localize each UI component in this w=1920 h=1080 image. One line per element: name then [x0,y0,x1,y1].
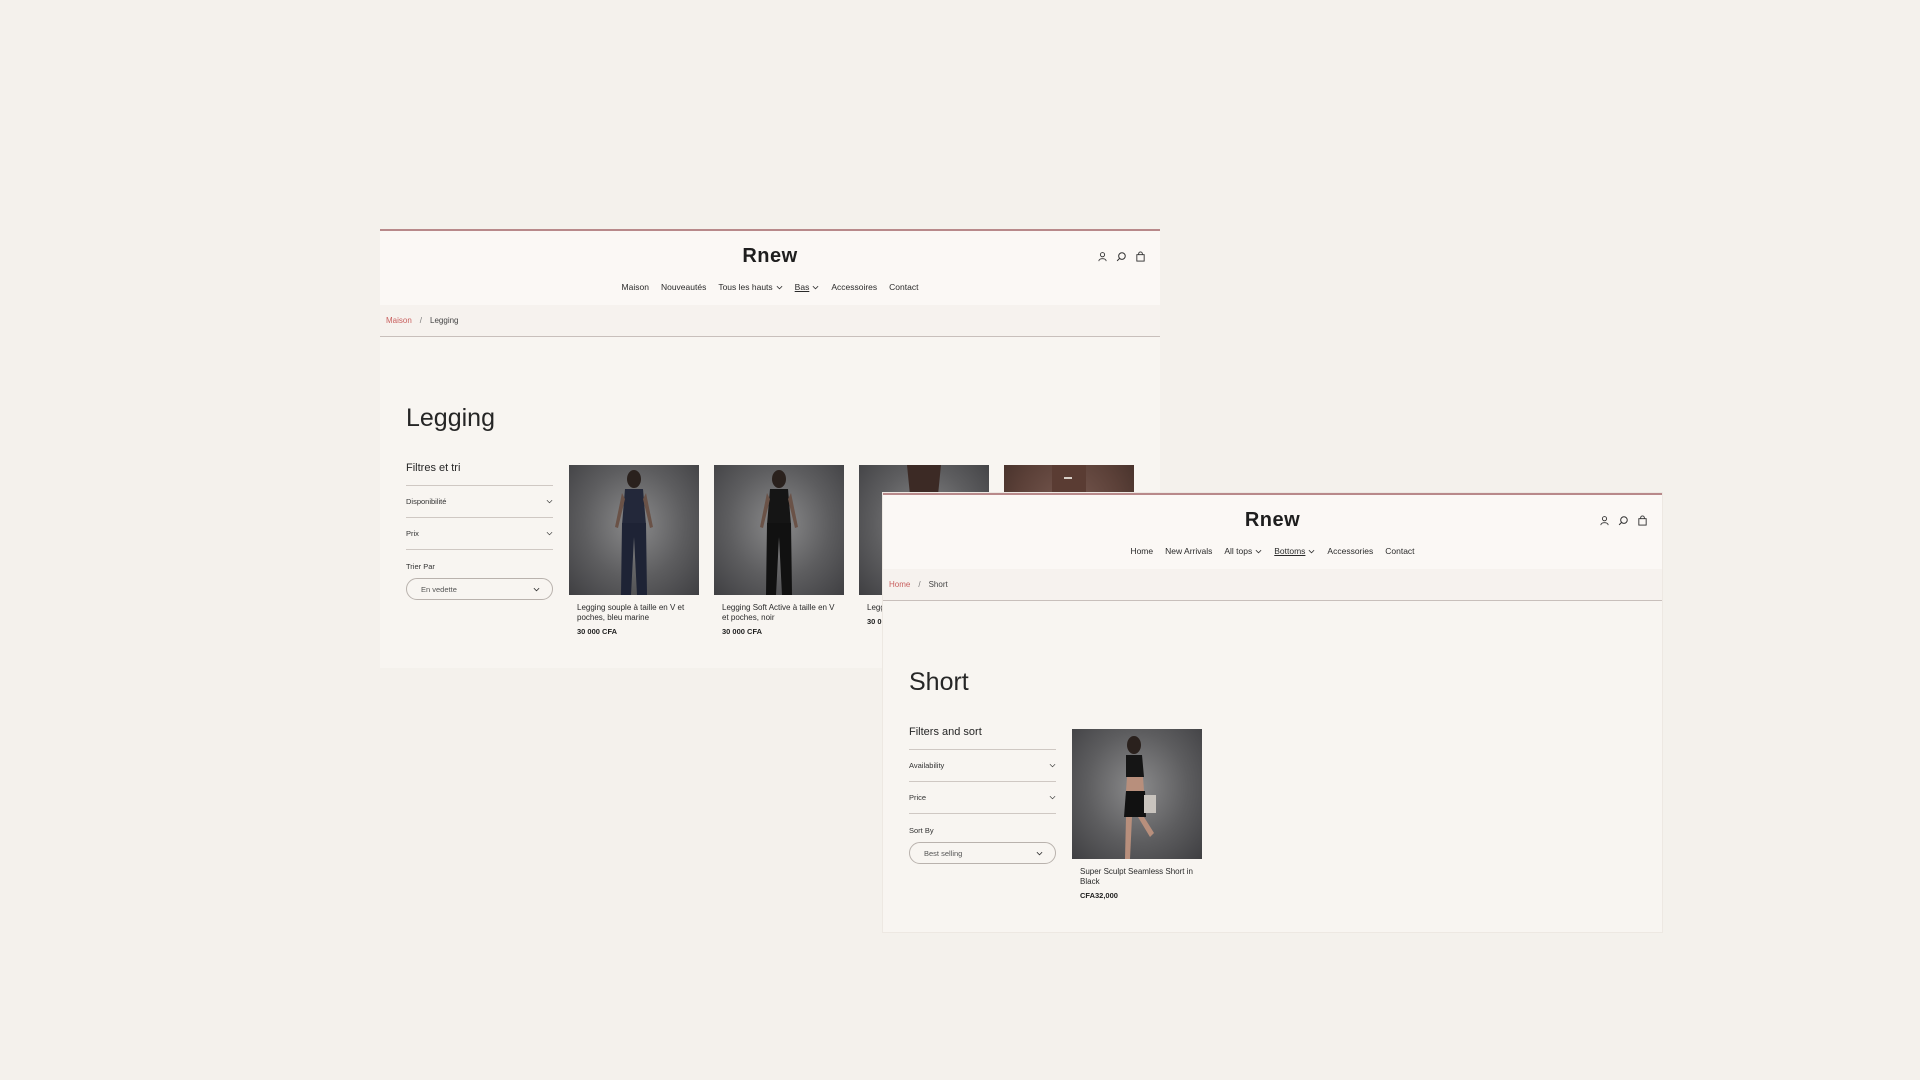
chevron-down-icon [776,284,783,291]
nav-item-maison[interactable]: Maison [622,282,649,292]
filters-heading: Filtres et tri [406,462,553,486]
availability-filter[interactable]: Availability [909,750,1056,782]
price-filter[interactable]: Prix [406,518,553,550]
header-utilities [1097,251,1146,262]
breadcrumb-separator: / [918,580,921,589]
search-icon[interactable] [1116,251,1127,262]
chevron-down-icon [1036,850,1043,857]
nav-item-bottoms[interactable]: Bottoms [1274,546,1315,556]
sort-label: Sort By [909,826,934,835]
breadcrumb-home-link[interactable]: Maison [386,316,412,325]
sort-label: Trier Par [406,562,435,571]
nav-item-home[interactable]: Home [1130,546,1153,556]
filter-panel: Filtres et tri Disponibilité Prix Trier … [406,462,553,600]
bag-icon[interactable] [1637,515,1648,526]
nav-item-accessoires[interactable]: Accessoires [831,282,877,292]
user-icon[interactable] [1599,515,1610,526]
product-image[interactable] [714,465,844,595]
main-nav: Home New Arrivals All tops Bottoms Acces… [883,546,1662,556]
page-title: Short [909,668,969,696]
filters-heading: Filters and sort [909,726,1056,750]
chevron-down-icon [546,498,553,505]
nav-item-tous-les-hauts[interactable]: Tous les hauts [718,282,783,292]
header: Rnew Home New Arrivals All tops Bottoms … [883,495,1662,569]
user-icon[interactable] [1097,251,1108,262]
breadcrumb-home-link[interactable]: Home [889,580,910,589]
nav-item-all-tops[interactable]: All tops [1224,546,1262,556]
header-utilities [1599,515,1648,526]
product-grid: Super Sculpt Seamless Short in Black CFA… [1072,729,1202,900]
product-card[interactable]: Legging Soft Active à taille en V et poc… [714,465,844,636]
nav-item-accessories[interactable]: Accessories [1327,546,1373,556]
chevron-down-icon [812,284,819,291]
product-card[interactable]: Super Sculpt Seamless Short in Black CFA… [1072,729,1202,900]
product-name[interactable]: Legging Soft Active à taille en V et poc… [714,595,844,623]
chevron-down-icon [1308,548,1315,555]
product-name[interactable]: Super Sculpt Seamless Short in Black [1072,859,1202,887]
sort-select[interactable]: En vedette [406,578,553,600]
product-image[interactable] [1072,729,1202,859]
breadcrumb-separator: / [419,316,423,325]
bag-icon[interactable] [1135,251,1146,262]
chevron-down-icon [546,530,553,537]
product-price: 30 000 CFA [722,627,763,636]
chevron-down-icon [1255,548,1262,555]
breadcrumb: Maison / Legging [380,305,1160,337]
filter-panel: Filters and sort Availability Price Sort… [909,726,1056,864]
main-nav: Maison Nouveautés Tous les hauts Bas Acc… [380,282,1160,292]
chevron-down-icon [1049,794,1056,801]
nav-item-nouveautes[interactable]: Nouveautés [661,282,706,292]
nav-item-bas[interactable]: Bas [795,282,820,292]
product-image[interactable] [569,465,699,595]
breadcrumb-current: Legging [430,316,459,325]
header: Rnew Maison Nouveautés Tous les hauts Ba… [380,231,1160,305]
nav-item-contact[interactable]: Contact [1385,546,1414,556]
brand-logo[interactable]: Rnew [380,245,1160,268]
brand-logo[interactable]: Rnew [883,509,1662,532]
breadcrumb: Home / Short [883,569,1662,601]
product-price: 30 000 CFA [577,627,618,636]
search-icon[interactable] [1618,515,1629,526]
product-card[interactable]: Legging souple à taille en V et poches, … [569,465,699,636]
product-price: CFA32,000 [1080,891,1118,900]
price-filter[interactable]: Price [909,782,1056,814]
nav-item-contact[interactable]: Contact [889,282,918,292]
sort-select[interactable]: Best selling [909,842,1056,864]
availability-filter[interactable]: Disponibilité [406,486,553,518]
short-page-window: Rnew Home New Arrivals All tops Bottoms … [883,493,1662,932]
nav-item-new-arrivals[interactable]: New Arrivals [1165,546,1212,556]
chevron-down-icon [1049,762,1056,769]
page-title: Legging [406,404,495,432]
chevron-down-icon [533,586,540,593]
product-name[interactable]: Legging souple à taille en V et poches, … [569,595,699,623]
breadcrumb-current: Short [928,580,948,589]
